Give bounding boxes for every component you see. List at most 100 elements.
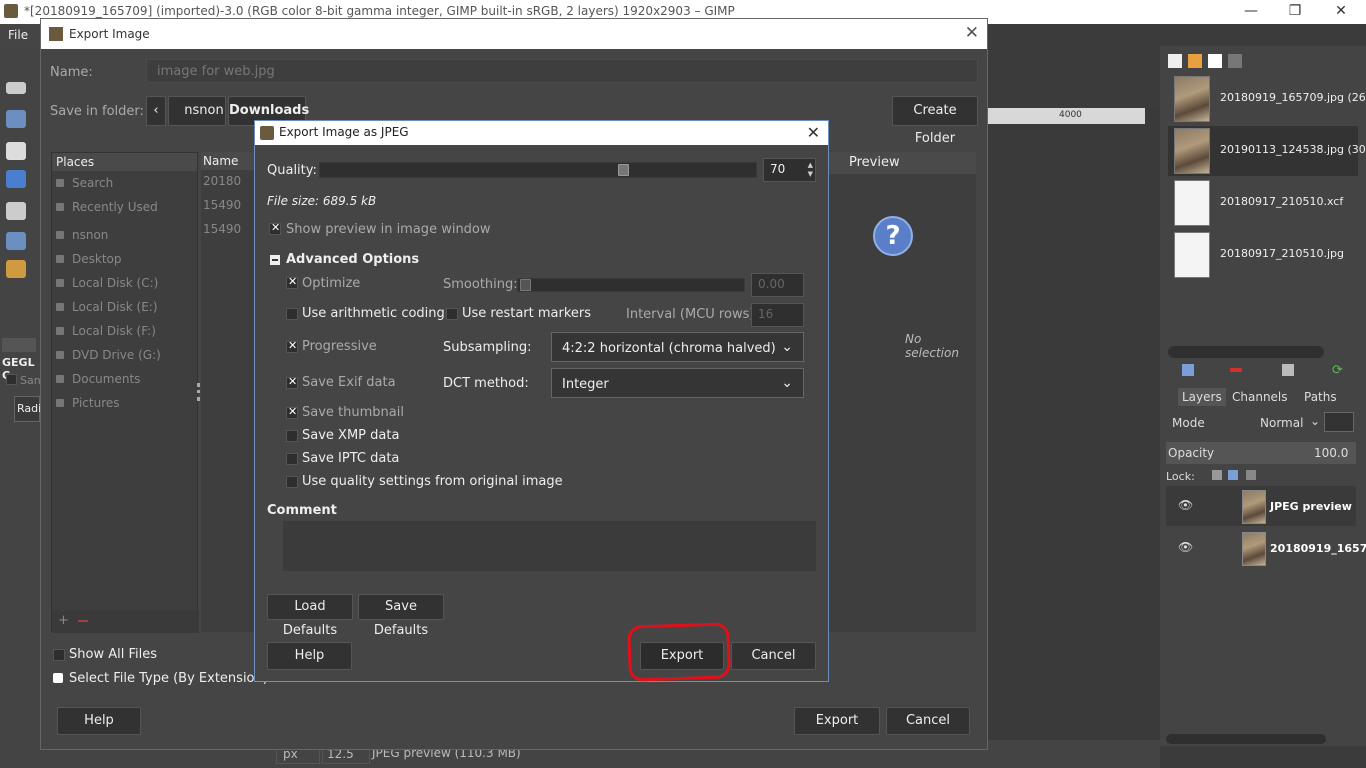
image-list-item[interactable]: 20180917_210510.jpg (1168, 230, 1358, 280)
save-xmp-label[interactable]: Save XMP data (302, 428, 399, 443)
chevron-down-icon[interactable]: ⌄ (1310, 414, 1320, 428)
refresh-icon[interactable]: ⟳ (1332, 363, 1343, 378)
layer-row[interactable]: 👁 20180919_1657 (1166, 528, 1366, 568)
eye-icon[interactable]: 👁 (1178, 498, 1193, 512)
place-dvd[interactable]: DVD Drive (G:) (52, 343, 197, 367)
restart-markers-label[interactable]: Use restart markers (462, 306, 591, 321)
save-thumbnail-checkbox[interactable] (286, 405, 298, 419)
restore-button[interactable]: ❐ (1272, 0, 1318, 24)
save-exif-checkbox[interactable] (286, 375, 298, 389)
add-place-icon[interactable]: + (58, 613, 69, 628)
comment-textarea[interactable] (283, 521, 816, 571)
quality-spin[interactable]: 70 ▲ ▼ (763, 158, 816, 182)
tool-options-tabs[interactable] (2, 338, 36, 352)
save-exif-label[interactable]: Save Exif data (302, 375, 396, 390)
file-item[interactable]: 15490 (203, 222, 241, 236)
show-all-files-checkbox[interactable] (53, 649, 65, 661)
arithmetic-checkbox[interactable] (286, 308, 298, 320)
export-button[interactable]: Export (794, 707, 880, 735)
quality-slider[interactable] (319, 162, 757, 178)
save-iptc-checkbox[interactable] (286, 453, 298, 465)
dock-tabs[interactable] (1166, 52, 1356, 70)
restart-markers-checkbox[interactable] (446, 308, 458, 320)
layer-row[interactable]: 👁 JPEG preview (1166, 486, 1356, 526)
opacity-value[interactable]: 100.0 (1314, 446, 1348, 460)
tab-paths[interactable]: Paths (1304, 388, 1337, 406)
place-disk-f[interactable]: Local Disk (F:) (52, 319, 197, 343)
font-tab-icon[interactable] (1208, 54, 1222, 68)
expander-icon[interactable] (53, 673, 63, 683)
close-button[interactable]: ✕ (1318, 0, 1364, 24)
interval-spin[interactable]: 16 (751, 303, 804, 327)
radius-field[interactable]: Radi (14, 396, 41, 422)
rect-select-icon[interactable] (6, 82, 26, 94)
smoothing-slider-handle[interactable] (520, 279, 531, 291)
crop-tool-icon[interactable] (6, 142, 26, 160)
file-item[interactable]: 15490 (203, 198, 241, 212)
select-file-type-label[interactable]: Select File Type (By Extension) (69, 671, 268, 686)
mode-switch-button[interactable] (1324, 412, 1354, 432)
place-disk-e[interactable]: Local Disk (E:) (52, 295, 197, 319)
pattern-tab-icon[interactable] (1188, 54, 1202, 68)
show-preview-checkbox[interactable] (269, 221, 281, 235)
move-tool-icon[interactable] (6, 110, 26, 128)
save-defaults-button[interactable]: Save Defaults (358, 594, 444, 638)
menu-file[interactable]: File (8, 28, 28, 42)
help-button[interactable]: Help (267, 642, 352, 670)
minimize-button[interactable]: — (1228, 0, 1274, 24)
spin-down-icon[interactable]: ▼ (808, 170, 813, 178)
crumb-nsnon[interactable]: nsnon (168, 96, 226, 126)
advanced-options-label[interactable]: Advanced Options (286, 252, 419, 267)
place-pictures[interactable]: Pictures (52, 391, 197, 415)
images-tab-icon[interactable] (1228, 54, 1242, 68)
name-column-header[interactable]: Name (201, 152, 256, 170)
place-home[interactable]: nsnon (52, 223, 197, 247)
place-documents[interactable]: Documents (52, 367, 197, 391)
tab-layers[interactable]: Layers (1178, 388, 1226, 406)
smoothing-slider[interactable] (517, 278, 745, 292)
spin-up-icon[interactable]: ▲ (808, 161, 813, 169)
image-list-item[interactable]: 20180919_165709.jpg (2631 (1168, 74, 1366, 124)
pane-handle[interactable] (197, 383, 200, 401)
optimize-label[interactable]: Optimize (302, 276, 360, 291)
cancel-button[interactable]: Cancel (886, 707, 970, 735)
progressive-checkbox[interactable] (286, 339, 298, 353)
paint-tool-icon[interactable] (6, 202, 26, 220)
sample-checkbox[interactable] (6, 374, 17, 385)
collapse-icon[interactable] (270, 255, 280, 265)
brush-tab-icon[interactable] (1168, 54, 1182, 68)
save-iptc-label[interactable]: Save IPTC data (302, 451, 399, 466)
show-all-files-label[interactable]: Show All Files (69, 647, 157, 662)
use-quality-checkbox[interactable] (286, 476, 298, 488)
remove-place-icon[interactable] (78, 620, 88, 622)
back-button[interactable]: ‹ (146, 96, 166, 126)
save-xmp-checkbox[interactable] (286, 430, 298, 442)
lock-position-icon[interactable] (1228, 470, 1238, 480)
arithmetic-label[interactable]: Use arithmetic coding (302, 306, 445, 321)
dct-method-select[interactable]: Integer ⌄ (551, 368, 804, 398)
tab-channels[interactable]: Channels (1232, 388, 1288, 406)
eye-icon[interactable]: 👁 (1178, 540, 1193, 554)
filename-input[interactable]: image for web.jpg (146, 59, 978, 83)
subsampling-select[interactable]: 4:2:2 horizontal (chroma halved) ⌄ (551, 332, 804, 362)
cancel-button[interactable]: Cancel (731, 642, 816, 670)
image-list-item[interactable]: 20180917_210510.xcf (1168, 178, 1358, 228)
lock-alpha-icon[interactable] (1246, 470, 1256, 480)
opacity-row[interactable]: Opacity 100.0 (1166, 442, 1356, 464)
bucket-tool-icon[interactable] (6, 232, 26, 250)
place-search[interactable]: Search (52, 171, 197, 195)
smudge-tool-icon[interactable] (6, 260, 26, 278)
mode-select[interactable]: Normal (1260, 416, 1303, 430)
layers-scrollbar[interactable] (1166, 734, 1326, 744)
close-icon[interactable]: ✕ (807, 123, 820, 142)
images-scrollbar[interactable] (1168, 346, 1324, 358)
use-quality-label[interactable]: Use quality settings from original image (302, 474, 563, 489)
image-list-item[interactable]: 20190113_124538.jpg (3024 (1168, 126, 1366, 176)
smoothing-spin[interactable]: 0.00 (751, 273, 804, 297)
lock-pixels-icon[interactable] (1212, 470, 1222, 480)
close-icon[interactable]: ✕ (965, 23, 979, 43)
place-recent[interactable]: Recently Used (52, 195, 197, 219)
show-preview-label[interactable]: Show preview in image window (286, 222, 491, 237)
optimize-checkbox[interactable] (286, 275, 298, 289)
place-disk-c[interactable]: Local Disk (C:) (52, 271, 197, 295)
